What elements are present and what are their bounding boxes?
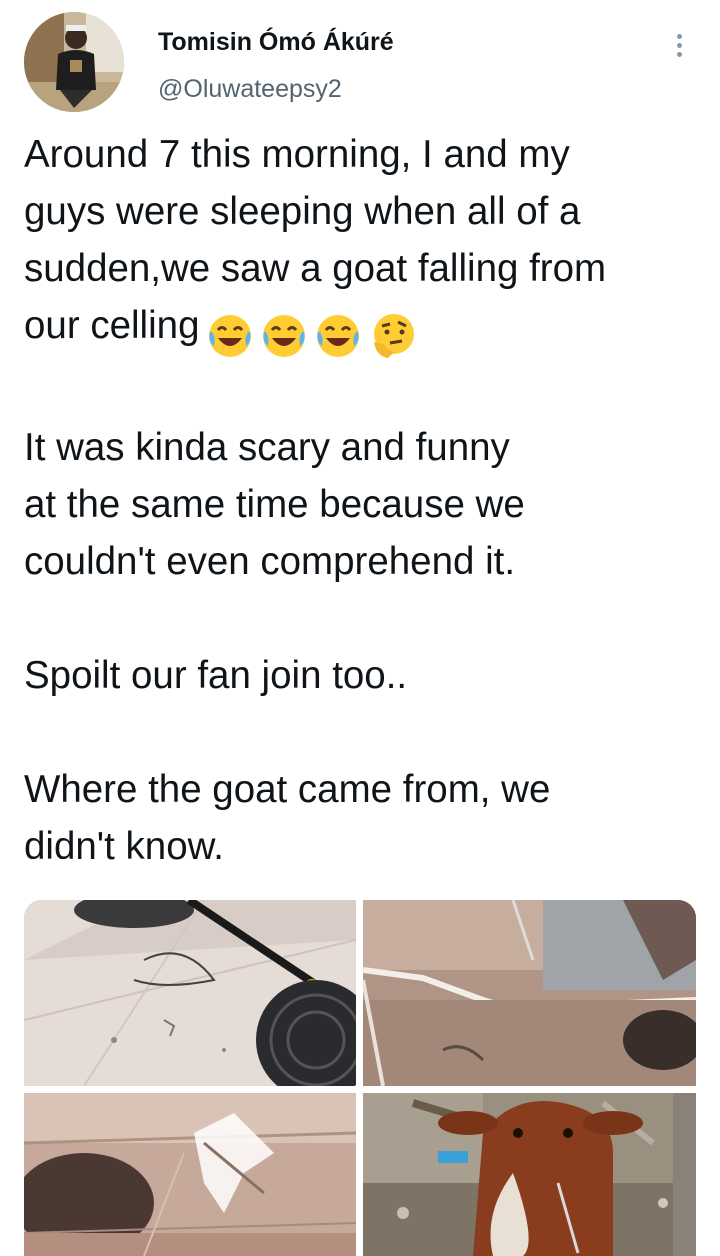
thinking-face-icon: [373, 313, 414, 358]
tweet-photo-damaged-ceiling[interactable]: [24, 1093, 356, 1256]
tweet-paragraph: It was kinda scary and funny at the same…: [24, 419, 704, 590]
tweet-line: couldn't even comprehend it.: [24, 540, 516, 583]
tweet-paragraph: Where the goat came from, we didn't know…: [24, 761, 704, 875]
tweet-line: didn't know.: [24, 825, 224, 868]
tweet-photo-broken-fan[interactable]: [24, 900, 356, 1086]
tweet-line: sudden,we saw a goat falling from: [24, 247, 607, 290]
author-name[interactable]: Tomisin Ómó Ákúré: [158, 28, 394, 57]
emoji-group: [206, 305, 422, 362]
tweet-line: Spoilt our fan join too..: [24, 654, 408, 697]
tweet-line: our celling: [24, 304, 200, 347]
face-with-tears-of-joy-icon: [208, 314, 251, 357]
tweet-line: at the same time because we: [24, 483, 525, 526]
author-handle[interactable]: @Oluwateepsy2: [158, 75, 342, 104]
tweet-paragraph: Around 7 this morning, I and my guys wer…: [24, 126, 704, 362]
tweet-line: guys were sleeping when all of a: [24, 190, 581, 233]
tweet-line: Where the goat came from, we: [24, 768, 551, 811]
tweet-paragraph: Spoilt our fan join too..: [24, 647, 704, 704]
tweet-line: It was kinda scary and funny: [24, 426, 510, 469]
avatar[interactable]: [24, 12, 124, 112]
more-options-icon[interactable]: [664, 30, 694, 64]
face-with-tears-of-joy-icon: [262, 314, 305, 357]
tweet-photo-ceiling-hole[interactable]: [363, 900, 696, 1086]
tweet-line: Around 7 this morning, I and my: [24, 133, 570, 176]
face-with-tears-of-joy-icon: [316, 314, 359, 357]
tweet-text: Around 7 this morning, I and my guys wer…: [24, 126, 704, 875]
tweet-header: Tomisin Ómó Ákúré @Oluwateepsy2: [0, 0, 720, 130]
tweet-photo-goat[interactable]: [363, 1093, 696, 1256]
